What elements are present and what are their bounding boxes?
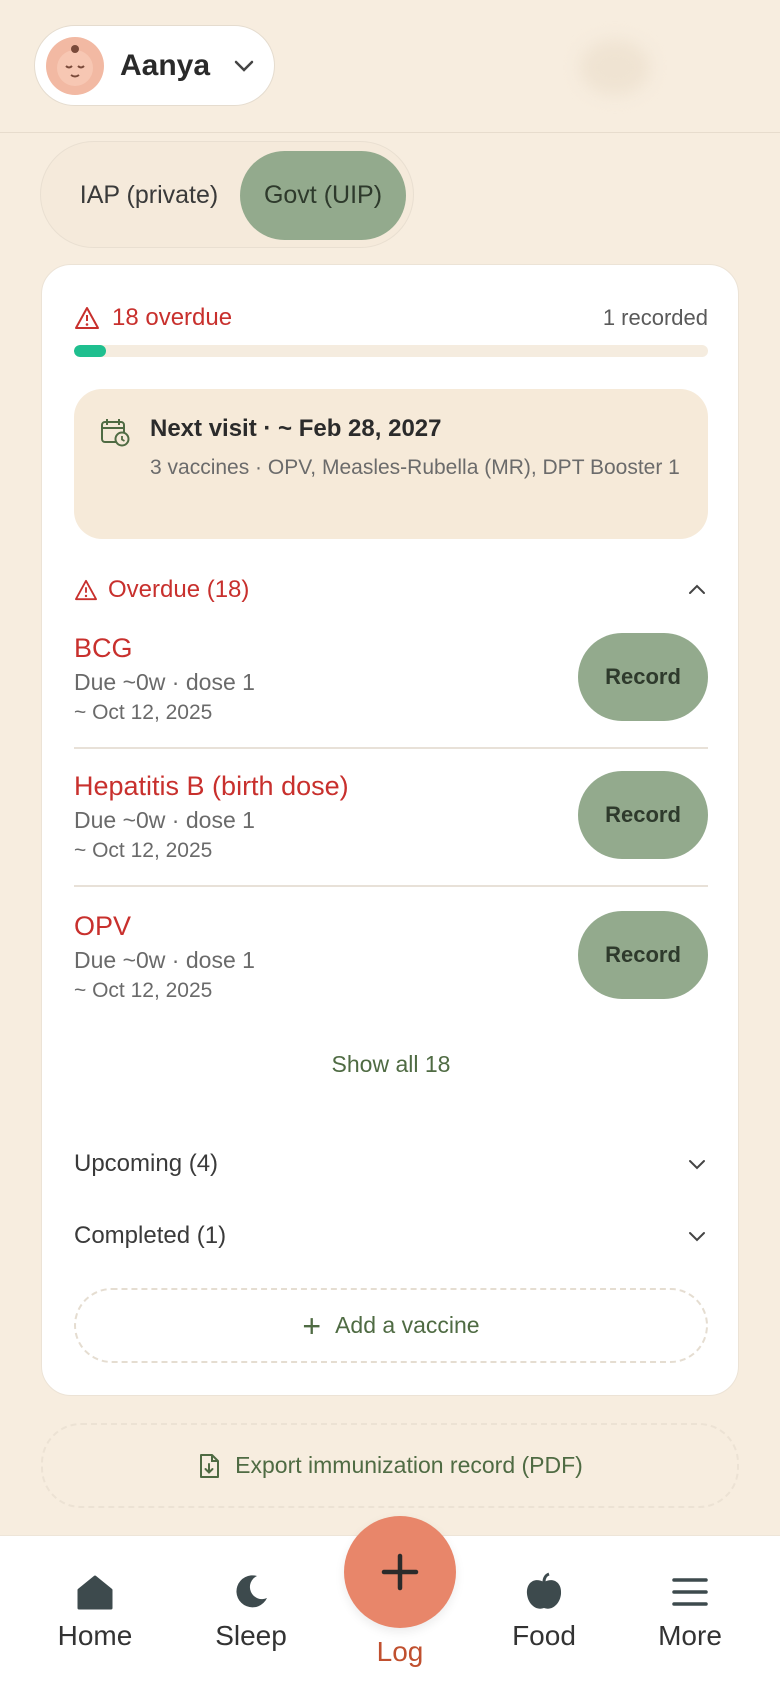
top-header: Aanya [0, 0, 780, 133]
status-row: 18 overdue 1 recorded [74, 301, 708, 335]
toggle-govt-uip[interactable]: Govt (UIP) [240, 151, 406, 240]
nav-more-label: More [658, 1620, 722, 1651]
next-visit-card[interactable]: Next visit · ~ Feb 28, 2027 3 vaccines ·… [74, 389, 708, 539]
nav-food-label: Food [512, 1620, 576, 1651]
plus-icon [381, 1553, 419, 1591]
overdue-section-header[interactable]: Overdue (18) [74, 573, 708, 607]
vaccine-row: Hepatitis B (birth dose) Due ~0w · dose … [74, 757, 708, 887]
moon-icon [236, 1575, 267, 1608]
completed-section-title: Completed (1) [74, 1222, 227, 1249]
overdue-section-title: Overdue (18) [108, 576, 250, 603]
vaccine-date: ~ Oct 12, 2025 [74, 701, 213, 724]
upcoming-section-title: Upcoming (4) [74, 1150, 219, 1177]
nav-home[interactable]: Home [35, 1572, 155, 1652]
warning-icon [74, 579, 97, 601]
upcoming-section-header[interactable]: Upcoming (4) [74, 1147, 708, 1181]
vaccine-row: BCG Due ~0w · dose 1 ~ Oct 12, 2025 Reco… [74, 619, 708, 749]
nav-more[interactable]: More [630, 1572, 750, 1652]
vaccine-due: Due ~0w · dose 1 [74, 669, 255, 695]
recorded-count: 1 recorded [602, 305, 708, 330]
nav-sleep[interactable]: Sleep [191, 1572, 311, 1652]
completed-section-header[interactable]: Completed (1) [74, 1219, 708, 1253]
nav-home-label: Home [57, 1620, 133, 1651]
vaccine-name: OPV [74, 911, 132, 941]
plus-icon: + [302, 1307, 322, 1344]
vaccine-date: ~ Oct 12, 2025 [74, 979, 213, 1002]
home-icon [77, 1575, 113, 1610]
vaccination-card: 18 overdue 1 recorded Next visit · ~ Feb… [41, 264, 739, 1396]
export-label: Export immunization record (PDF) [235, 1452, 583, 1478]
vaccine-due: Due ~0w · dose 1 [74, 947, 255, 973]
nav-food[interactable]: Food [484, 1572, 604, 1652]
menu-icon [672, 1578, 708, 1606]
warning-icon [75, 307, 99, 329]
nav-log-label[interactable]: Log [350, 1636, 450, 1668]
overdue-count-text: 18 overdue [112, 304, 233, 331]
overdue-summary: 18 overdue [74, 304, 232, 332]
nav-sleep-label: Sleep [215, 1620, 287, 1651]
child-selector[interactable]: Aanya [34, 25, 275, 106]
vaccine-row: OPV Due ~0w · dose 1 ~ Oct 12, 2025 Reco… [74, 897, 708, 1027]
vaccine-name: Hepatitis B (birth dose) [74, 771, 349, 801]
apple-icon [526, 1572, 562, 1609]
vaccine-date: ~ Oct 12, 2025 [74, 839, 213, 862]
calendar-clock-icon [101, 419, 130, 447]
child-avatar [46, 36, 104, 95]
toggle-iap-private[interactable]: IAP (private) [59, 151, 239, 240]
chevron-down-icon [689, 1160, 705, 1170]
vaccine-due: Due ~0w · dose 1 [74, 807, 255, 833]
log-fab-button[interactable] [344, 1516, 456, 1628]
show-all-link[interactable]: Show all 18 [74, 1051, 708, 1078]
add-vaccine-label: Add a vaccine [335, 1312, 480, 1338]
progress-fill [74, 345, 106, 357]
chevron-up-icon [689, 584, 705, 594]
next-visit-title: Next visit · ~ Feb 28, 2027 [150, 415, 442, 442]
add-vaccine-button[interactable]: + Add a vaccine [74, 1288, 708, 1363]
blurred-avatar [580, 40, 650, 95]
next-visit-subtitle: 3 vaccines · OPV, Measles-Rubella (MR), … [150, 456, 680, 479]
file-download-icon [200, 1453, 220, 1478]
schedule-toggle: IAP (private) Govt (UIP) [40, 141, 414, 248]
record-button[interactable]: Record [578, 911, 708, 999]
record-button[interactable]: Record [578, 771, 708, 859]
progress-bar [74, 345, 708, 357]
export-pdf-button[interactable]: Export immunization record (PDF) [41, 1423, 739, 1508]
child-name: Aanya [120, 48, 211, 82]
chevron-down-icon [689, 1232, 705, 1242]
chevron-down-icon [234, 60, 254, 72]
record-button[interactable]: Record [578, 633, 708, 721]
vaccine-name: BCG [74, 633, 133, 663]
